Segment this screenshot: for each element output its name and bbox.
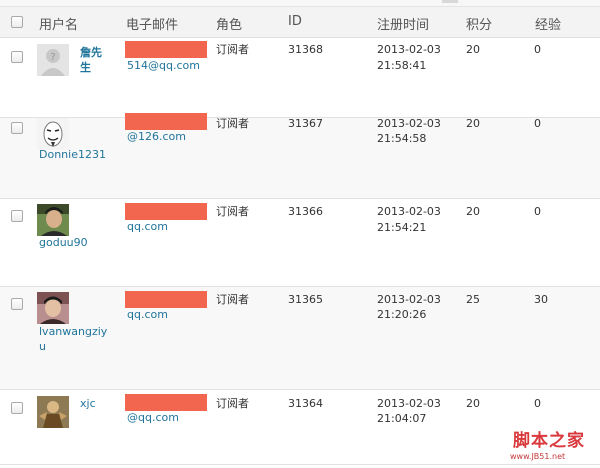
- time-cell: 21:04:07: [377, 412, 427, 425]
- exp-cell: 0: [534, 117, 541, 130]
- username-link[interactable]: lvanwangziyu: [39, 324, 111, 354]
- date-cell: 2013-02-03: [377, 43, 441, 56]
- header-email[interactable]: 电子邮件: [126, 14, 178, 33]
- header-id[interactable]: ID: [288, 14, 302, 29]
- table-row: Donnie1231 @126.com 订阅者 31367 2013-02-03…: [0, 113, 600, 199]
- row-checkbox[interactable]: [11, 210, 23, 222]
- redaction-bar: [125, 203, 207, 220]
- watermark-url: www.JB51.net: [510, 452, 566, 461]
- username-link[interactable]: Donnie1231: [39, 147, 106, 162]
- row-checkbox[interactable]: [11, 51, 23, 63]
- date-cell: 2013-02-03: [377, 397, 441, 410]
- time-cell: 21:20:26: [377, 308, 427, 321]
- row-checkbox[interactable]: [11, 402, 23, 414]
- time-cell: 21:54:58: [377, 132, 427, 145]
- row-checkbox[interactable]: [11, 122, 23, 134]
- table-row: goduu90 qq.com 订阅者 31366 2013-02-03 21:5…: [0, 199, 600, 287]
- id-cell: 31367: [288, 117, 323, 130]
- header-registered[interactable]: 注册时间: [377, 14, 429, 33]
- date-cell: 2013-02-03: [377, 117, 441, 130]
- photo-avatar-icon: [37, 204, 69, 236]
- header-role[interactable]: 角色: [216, 14, 242, 33]
- header-points[interactable]: 积分: [466, 14, 492, 33]
- redaction-bar: [125, 41, 207, 58]
- header-username[interactable]: 用户名: [39, 14, 78, 33]
- mask-avatar-icon: [37, 118, 69, 150]
- table-row: ? 詹先生 514@qq.com 订阅者 31368 2013-02-03 21…: [0, 37, 600, 118]
- username-link[interactable]: xjc: [80, 396, 96, 411]
- table-row: lvanwangziyu qq.com 订阅者 31365 2013-02-03…: [0, 287, 600, 390]
- role-cell: 订阅者: [216, 397, 249, 410]
- email-link[interactable]: @qq.com: [127, 411, 179, 424]
- id-cell: 31364: [288, 397, 323, 410]
- header-experience[interactable]: 经验: [535, 14, 561, 33]
- default-avatar-icon: ?: [37, 44, 69, 76]
- svg-text:?: ?: [50, 52, 55, 63]
- date-cell: 2013-02-03: [377, 293, 441, 306]
- email-link[interactable]: @126.com: [127, 130, 186, 143]
- email-link[interactable]: 514@qq.com: [127, 59, 200, 72]
- time-cell: 21:58:41: [377, 59, 427, 72]
- points-cell: 20: [466, 117, 480, 130]
- table-header: 用户名 电子邮件 角色 ID 注册时间 积分 经验: [0, 6, 600, 38]
- points-cell: 20: [466, 397, 480, 410]
- photo-avatar-icon: [37, 292, 69, 324]
- email-link[interactable]: qq.com: [127, 308, 168, 321]
- select-all-checkbox[interactable]: [11, 16, 23, 28]
- exp-cell: 30: [534, 293, 548, 306]
- scroll-nub: [442, 0, 458, 3]
- row-checkbox[interactable]: [11, 298, 23, 310]
- role-cell: 订阅者: [216, 117, 249, 130]
- time-cell: 21:54:21: [377, 221, 427, 234]
- redaction-bar: [125, 113, 207, 130]
- exp-cell: 0: [534, 43, 541, 56]
- exp-cell: 0: [534, 397, 541, 410]
- points-cell: 20: [466, 43, 480, 56]
- role-cell: 订阅者: [216, 43, 249, 56]
- figure-avatar-icon: [37, 396, 69, 428]
- id-cell: 31368: [288, 43, 323, 56]
- exp-cell: 0: [534, 205, 541, 218]
- watermark-title: 脚本之家: [513, 431, 585, 451]
- role-cell: 订阅者: [216, 205, 249, 218]
- id-cell: 31365: [288, 293, 323, 306]
- redaction-bar: [125, 394, 207, 411]
- site-watermark: 脚本之家 www.JB51.net: [496, 426, 600, 468]
- redaction-bar: [125, 291, 207, 308]
- role-cell: 订阅者: [216, 293, 249, 306]
- date-cell: 2013-02-03: [377, 205, 441, 218]
- username-link[interactable]: 詹先生: [80, 45, 108, 75]
- email-link[interactable]: qq.com: [127, 220, 168, 233]
- username-link[interactable]: goduu90: [39, 235, 88, 250]
- points-cell: 25: [466, 293, 480, 306]
- points-cell: 20: [466, 205, 480, 218]
- id-cell: 31366: [288, 205, 323, 218]
